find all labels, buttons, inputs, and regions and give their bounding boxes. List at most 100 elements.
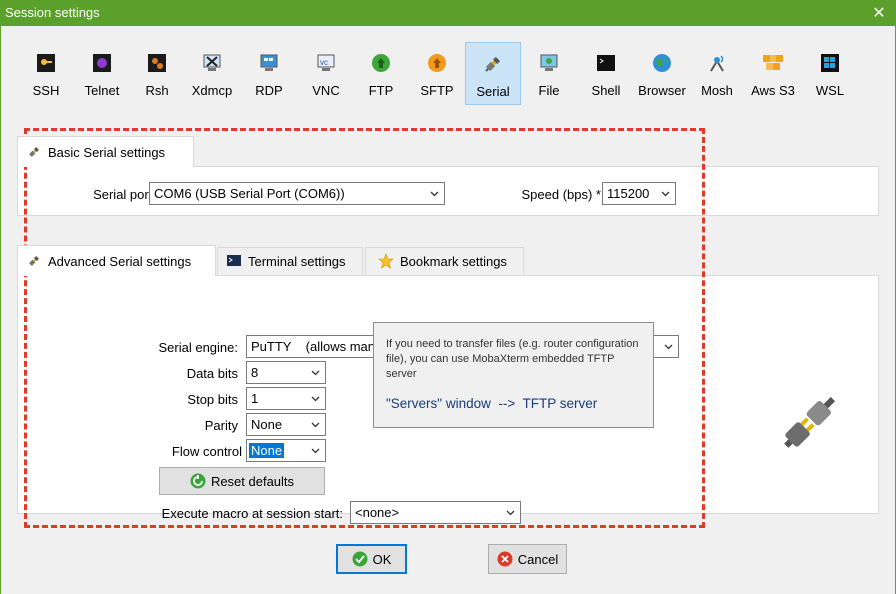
shell-icon xyxy=(595,52,617,74)
tab-advanced-serial-settings[interactable]: Advanced Serial settings xyxy=(17,245,216,276)
wsl-windows-icon xyxy=(819,52,841,74)
stop-bits-value: 1 xyxy=(251,391,259,406)
chevron-down-icon xyxy=(311,448,320,454)
chevron-down-icon xyxy=(311,422,320,428)
title-bar: Session settings ✕ xyxy=(0,0,896,26)
tftp-info-box: If you need to transfer files (e.g. rout… xyxy=(373,322,654,428)
close-icon[interactable]: ✕ xyxy=(862,0,896,26)
xdmcp-icon xyxy=(201,52,223,74)
vnc-icon: vc xyxy=(315,52,337,74)
tab-bookmark-settings[interactable]: Bookmark settings xyxy=(365,247,524,274)
execute-macro-label: Execute macro at session start: xyxy=(161,506,343,521)
dialog-body: SSH Telnet Rsh Xdmcp RDP vc VNC FTP SFTP… xyxy=(0,26,896,594)
tab-terminal-settings[interactable]: Terminal settings xyxy=(217,247,363,274)
checkmark-icon xyxy=(352,551,368,567)
session-type-sftp[interactable]: SFTP xyxy=(414,42,460,105)
file-icon xyxy=(538,52,560,74)
session-type-browser[interactable]: Browser xyxy=(636,42,688,105)
parity-value: None xyxy=(251,417,283,432)
session-type-shell[interactable]: Shell xyxy=(585,42,627,105)
session-type-serial[interactable]: Serial xyxy=(465,42,521,105)
toolbar-label: Xdmcp xyxy=(191,83,233,98)
speed-label: Speed (bps) * xyxy=(521,187,602,202)
serial-port-select[interactable]: COM6 (USB Serial Port (COM6)) xyxy=(149,182,445,205)
parity-label: Parity xyxy=(204,418,238,433)
reset-defaults-button[interactable]: Reset defaults xyxy=(159,467,325,495)
stop-bits-select[interactable]: 1 xyxy=(246,387,326,410)
ftp-icon xyxy=(370,52,392,74)
serial-plug-icon xyxy=(26,253,42,269)
session-type-xdmcp[interactable]: Xdmcp xyxy=(187,42,237,105)
session-type-ftp[interactable]: FTP xyxy=(361,42,401,105)
session-type-rdp[interactable]: RDP xyxy=(247,42,291,105)
session-type-ssh[interactable]: SSH xyxy=(21,42,71,105)
ssh-icon xyxy=(35,52,57,74)
basic-settings-panel: Serial port * COM6 (USB Serial Port (COM… xyxy=(17,166,879,216)
telnet-icon xyxy=(91,52,113,74)
serial-plug-icon xyxy=(482,53,504,75)
tab-label: Terminal settings xyxy=(248,253,346,269)
serial-plug-large-icon xyxy=(784,396,836,448)
speed-value: 115200 xyxy=(607,186,650,201)
tab-basic-serial-settings[interactable]: Basic Serial settings xyxy=(17,136,194,167)
toolbar-label: File xyxy=(538,83,560,98)
toolbar-label: Serial xyxy=(476,84,510,99)
tftp-info-text: If you need to transfer files (e.g. rout… xyxy=(386,338,639,380)
toolbar-label: Aws S3 xyxy=(751,83,795,98)
serial-port-value: COM6 (USB Serial Port (COM6)) xyxy=(154,186,345,201)
toolbar-label: WSL xyxy=(815,83,845,98)
aws-s3-icon xyxy=(762,52,784,74)
session-type-mosh[interactable]: Mosh xyxy=(697,42,737,105)
serial-port-label: Serial port * xyxy=(93,187,161,202)
chevron-down-icon xyxy=(664,344,673,350)
chevron-down-icon xyxy=(430,191,439,197)
speed-select[interactable]: 115200 xyxy=(602,182,676,205)
toolbar-label: Telnet xyxy=(84,83,120,98)
session-type-file[interactable]: File xyxy=(529,42,569,105)
session-type-rsh[interactable]: Rsh xyxy=(134,42,180,105)
stop-bits-label: Stop bits xyxy=(187,392,238,407)
browser-globe-icon xyxy=(651,52,673,74)
reset-icon xyxy=(190,473,206,489)
reset-defaults-label: Reset defaults xyxy=(210,473,295,489)
flow-control-select[interactable]: None xyxy=(246,439,326,462)
rdp-icon xyxy=(258,52,280,74)
toolbar-label: SSH xyxy=(32,83,60,98)
toolbar-label: SFTP xyxy=(420,83,454,98)
data-bits-value: 8 xyxy=(251,365,259,380)
tftp-info-highlight: "Servers" window --> TFTP server xyxy=(386,396,598,411)
flow-control-label: Flow control xyxy=(171,444,242,459)
toolbar-label: Shell xyxy=(591,83,621,98)
star-icon xyxy=(378,253,394,269)
terminal-icon xyxy=(226,253,242,269)
chevron-down-icon xyxy=(506,510,515,516)
mosh-antenna-icon xyxy=(706,52,728,74)
serial-engine-label: Serial engine: xyxy=(158,340,239,355)
toolbar-label: Browser xyxy=(638,83,686,98)
toolbar-label: VNC xyxy=(312,83,340,98)
execute-macro-value: <none> xyxy=(355,505,400,520)
ok-label: OK xyxy=(372,551,392,567)
window-title: Session settings xyxy=(5,5,100,20)
session-type-telnet[interactable]: Telnet xyxy=(76,42,128,105)
chevron-down-icon xyxy=(311,370,320,376)
toolbar-label: Rsh xyxy=(145,83,169,98)
flow-control-value: None xyxy=(249,443,285,458)
cancel-x-icon xyxy=(497,551,513,567)
svg-text:vc: vc xyxy=(320,58,328,67)
chevron-down-icon xyxy=(661,191,670,197)
ok-button[interactable]: OK xyxy=(336,544,407,574)
data-bits-select[interactable]: 8 xyxy=(246,361,326,384)
parity-select[interactable]: None xyxy=(246,413,326,436)
execute-macro-select[interactable]: <none> xyxy=(350,501,521,524)
session-type-vnc[interactable]: vc VNC xyxy=(304,42,348,105)
sftp-icon xyxy=(426,52,448,74)
cancel-button[interactable]: Cancel xyxy=(488,544,567,574)
serial-plug-icon xyxy=(26,144,42,160)
chevron-down-icon xyxy=(311,396,320,402)
toolbar-label: FTP xyxy=(368,83,394,98)
session-type-aws-s3[interactable]: Aws S3 xyxy=(747,42,799,105)
basic-tab-label: Basic Serial settings xyxy=(48,144,166,160)
session-type-wsl[interactable]: WSL xyxy=(810,42,850,105)
toolbar-label: Mosh xyxy=(701,83,733,98)
